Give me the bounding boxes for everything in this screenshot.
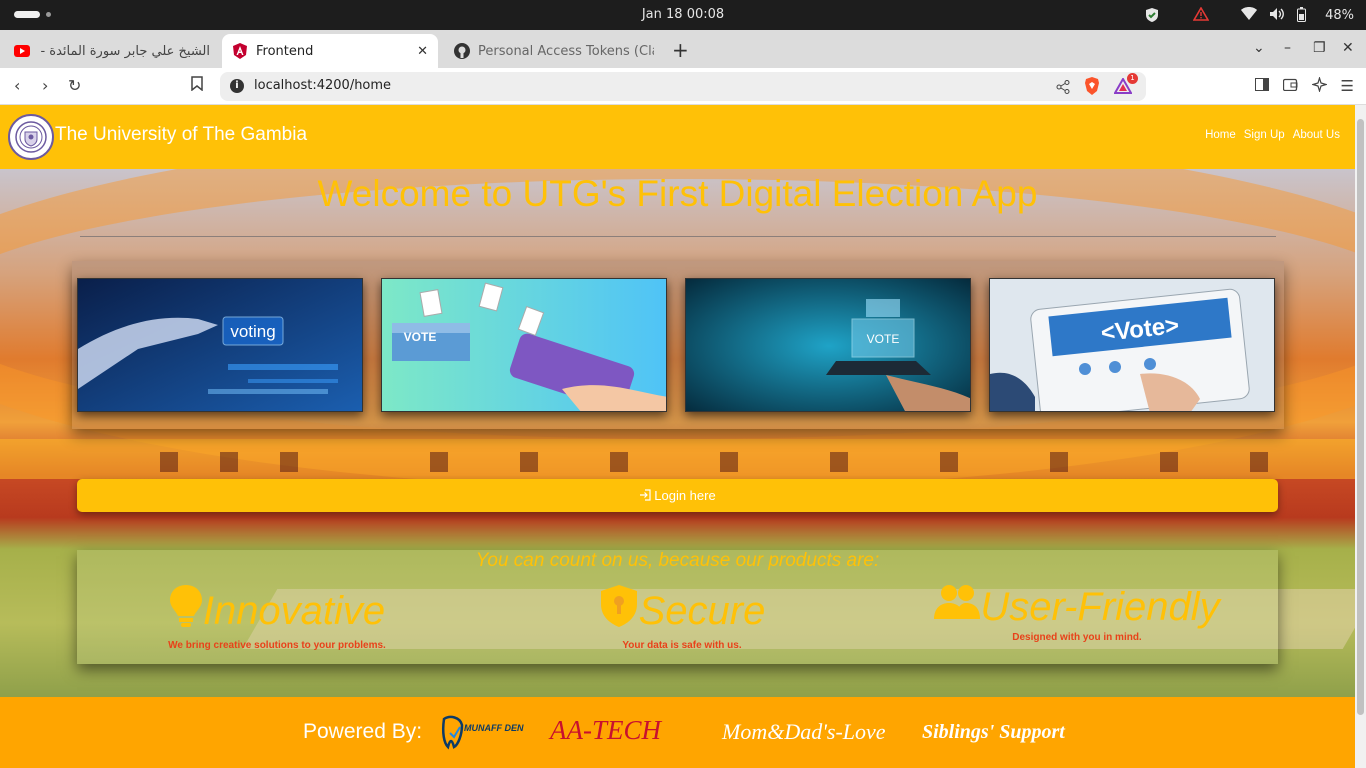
lightbulb-icon [169,584,203,638]
site-menu: Home Sign Up About Us [1205,129,1340,141]
card-label: VOTE [404,330,437,344]
feature-title: Secure [638,588,766,633]
hero-window [520,452,538,472]
sponsor-siblings-logo[interactable]: Siblings' Support [922,721,1065,744]
hero-window [1160,452,1178,472]
minimize-icon[interactable]: – [1284,40,1291,56]
hero-window [940,452,958,472]
hero-window [1050,452,1068,472]
warning-icon[interactable] [1192,6,1210,23]
hero-window [280,452,298,472]
share-icon[interactable] [1056,79,1070,98]
youtube-icon [14,43,30,59]
feature-secure: Secure Your data is safe with us. [572,584,792,651]
feature-title: Innovative [202,588,386,633]
feature-innovative: Innovative We bring creative solutions t… [157,584,397,651]
tab-title: Personal Access Tokens (Cla [478,43,654,59]
login-label: Login here [654,488,716,503]
page-scrollbar[interactable] [1355,105,1366,768]
hero-section: Welcome to UTG's First Digital Election … [0,169,1355,697]
tab-title: الشيخ علي جابر سورة المائدة - e [38,43,210,59]
hero-window [720,452,738,472]
gallery-card-vote-phone[interactable]: VOTE [381,278,667,412]
sidebar-toggle-icon[interactable] [1254,77,1269,96]
brave-rewards-icon[interactable]: 1 [1113,73,1138,98]
bookmark-icon[interactable] [191,76,203,95]
users-icon [934,584,981,630]
digital-voting-hand-icon: voting [78,279,362,411]
features-panel: You can count on us, because our product… [77,550,1278,664]
feature-description: Your data is safe with us. [622,640,742,651]
battery-percent: 48% [1325,7,1354,23]
menu-about-link[interactable]: About Us [1293,129,1340,141]
navigation-bar: ‹ › ↻ i localhost:4200/home 1 ☰ [0,68,1366,105]
title-divider [80,236,1276,237]
hero-window [430,452,448,472]
tab-github[interactable]: Personal Access Tokens (Cla [444,34,664,68]
hero-background-band [0,439,1355,479]
tab-frontend[interactable]: Frontend ✕ [222,34,438,68]
utg-logo[interactable] [8,114,54,160]
menu-icon[interactable]: ☰ [1341,77,1354,96]
powered-by-label: Powered By: [303,720,423,743]
tab-strip: الشيخ علي جابر سورة المائدة - e Frontend… [0,30,1366,68]
battery-icon[interactable] [1297,7,1313,23]
menu-home-link[interactable]: Home [1205,129,1236,141]
address-bar[interactable]: i localhost:4200/home 1 [220,72,1146,101]
feature-title: User-Friendly [980,584,1220,629]
site-info-icon[interactable]: i [230,79,244,93]
ballot-box-phone-icon: VOTE [382,279,666,411]
github-icon [454,43,470,59]
reload-icon[interactable]: ↻ [68,76,81,95]
gallery-card-tablet-vote[interactable]: <Vote> [989,278,1275,412]
phone-ballot-hologram-icon: VOTE [686,279,970,411]
leo-ai-icon[interactable] [1310,75,1328,96]
os-top-bar: Jan 18 00:08 48% [0,0,1366,30]
scrollbar-thumb[interactable] [1357,119,1364,715]
page-title: Welcome to UTG's First Digital Election … [317,173,1038,214]
wallet-icon[interactable] [1282,77,1298,96]
brave-shields-icon[interactable] [1084,77,1100,99]
tab-youtube[interactable]: الشيخ علي جابر سورة المائدة - e [4,34,220,68]
card-label: voting [230,322,275,341]
menu-signup-link[interactable]: Sign Up [1244,129,1285,141]
forward-icon[interactable]: › [42,76,48,95]
hero-window [160,452,178,472]
tab-search-chevron-icon[interactable]: ⌄ [1253,40,1265,56]
login-button[interactable]: Login here [77,479,1278,512]
close-window-icon[interactable]: ✕ [1342,40,1354,56]
gallery-card-voting[interactable]: voting [77,278,363,412]
sponsor-aa-tech-logo[interactable]: AA-TECH [550,715,661,746]
gallery-card-vote-hologram[interactable]: VOTE [685,278,971,412]
tab-title: Frontend [256,43,314,59]
close-tab-icon[interactable]: ✕ [417,44,428,59]
tablet-vote-icon: <Vote> [990,279,1274,411]
sponsor-mom-dad-logo[interactable]: Mom&Dad's-Love [722,719,886,745]
hero-window [830,452,848,472]
hero-window [610,452,628,472]
back-icon[interactable]: ‹ [14,76,20,95]
card-label: VOTE [867,332,900,346]
feature-user-friendly: User-Friendly Designed with you in mind. [927,584,1227,643]
login-icon [639,480,651,513]
security-shield-icon[interactable] [1145,7,1161,23]
angular-icon [232,43,248,59]
svg-text:MUNAFF DENTAL CLINIC: MUNAFF DENTAL CLINIC [464,723,524,733]
new-tab-button[interactable]: + [672,38,689,62]
hero-window [220,452,238,472]
feature-description: Designed with you in mind. [1012,632,1142,643]
site-footer: Powered By: MUNAFF DENTAL CLINIC AA-TECH… [0,697,1355,768]
site-brand[interactable]: The University of The Gambia [55,124,307,146]
hero-window [1250,452,1268,472]
url-text[interactable]: localhost:4200/home [254,78,391,93]
restore-icon[interactable]: ❐ [1313,40,1326,56]
web-page: The University of The Gambia Home Sign U… [0,105,1355,768]
volume-icon[interactable] [1269,7,1285,23]
wifi-icon[interactable] [1241,7,1258,23]
features-heading: You can count on us, because our product… [475,550,880,571]
site-header: The University of The Gambia Home Sign U… [0,105,1355,169]
shield-icon [599,584,639,638]
feature-description: We bring creative solutions to your prob… [168,640,386,651]
sponsor-munaff-dental-logo[interactable]: MUNAFF DENTAL CLINIC [440,713,573,756]
